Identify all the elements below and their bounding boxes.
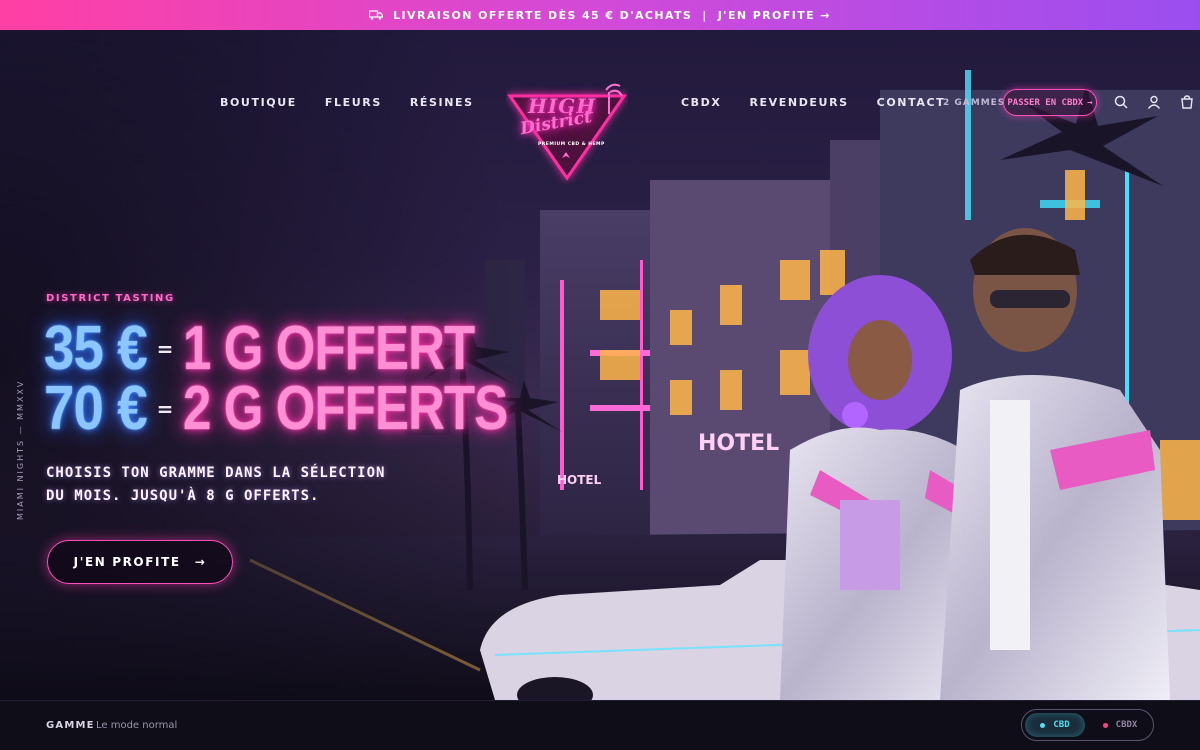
announcement-bar: LIVRAISON OFFERTE DÈS 45 € D'ACHATS | J'… — [0, 0, 1200, 30]
offer-gift-1: 1 G OFFERT — [183, 314, 475, 383]
gammes-count: 2 GAMMES — [943, 98, 1006, 108]
offer-price-2: 70 € — [44, 374, 148, 443]
search-icon[interactable] — [1114, 95, 1128, 109]
announcement-separator: | — [702, 8, 708, 22]
nav-link-resines[interactable]: RÉSINES — [410, 96, 474, 109]
logo-tagline: PREMIUM CBD & HEMP — [538, 142, 605, 147]
hero-subtitle: CHOISIS TON GRAMME DANS LA SÉLECTION DU … — [46, 465, 386, 504]
truck-icon — [369, 10, 384, 20]
range-label: GAMME — [46, 720, 95, 731]
announcement-text: LIVRAISON OFFERTE DÈS 45 € D'ACHATS — [393, 8, 693, 22]
hotel-sign-large: HOTEL — [698, 431, 779, 456]
account-icon[interactable] — [1147, 95, 1161, 109]
brand-logo[interactable]: HIGH District PREMIUM CBD & HEMP — [506, 82, 628, 184]
arrow-right-icon: → — [1087, 97, 1093, 108]
primary-nav-left: BOUTIQUE FLEURS RÉSINES — [220, 96, 474, 109]
hero-cta-label: J'EN PROFITE — [73, 555, 181, 569]
range-mode-text: Le mode normal — [96, 720, 178, 731]
offer-equals-2: = — [156, 397, 174, 421]
range-bar: GAMME Le mode normal — [0, 700, 1200, 750]
hero-eyebrow: DISTRICT TASTING — [46, 293, 175, 304]
offer-gift-2: 2 G OFFERTS — [183, 374, 508, 443]
nav-link-boutique[interactable]: BOUTIQUE — [220, 96, 297, 109]
offer-price-1: 35 € — [44, 314, 148, 383]
nav-link-cbdx[interactable]: CBDX — [681, 96, 721, 109]
inactive-dot-icon — [1102, 722, 1108, 728]
announcement-link[interactable]: J'EN PROFITE → — [718, 9, 831, 22]
offer-line-1: 35 € = 1 G OFFERT — [44, 318, 539, 380]
offer-equals-1: = — [156, 337, 174, 361]
range-option-cbd-label: CBD — [1053, 720, 1070, 730]
nav-link-revendeurs[interactable]: REVENDEURS — [749, 96, 848, 109]
hotel-sign-small: HOTEL — [557, 473, 602, 487]
nav-link-contact[interactable]: CONTACT — [877, 96, 946, 109]
range-option-cbdx-label: CBDX — [1115, 720, 1138, 730]
switch-cbdx-button[interactable]: PASSER EN CBDX → — [1003, 89, 1097, 116]
cart-icon[interactable] — [1180, 95, 1194, 109]
switch-cbdx-label: PASSER EN CBDX — [1007, 97, 1084, 108]
primary-nav-right: CBDX REVENDEURS CONTACT — [681, 96, 945, 109]
active-dot-icon — [1040, 722, 1046, 728]
side-tagline: MIAMI NIGHTS — MMXXV — [16, 379, 25, 520]
arrow-right-icon: → — [194, 555, 207, 569]
range-toggle: CBD CBDX — [1021, 709, 1154, 741]
nav-link-fleurs[interactable]: FLEURS — [325, 96, 382, 109]
range-option-cbd[interactable]: CBD — [1025, 713, 1085, 737]
range-option-cbdx[interactable]: CBDX — [1090, 713, 1150, 737]
offer-line-2: 70 € = 2 G OFFERTS — [44, 378, 579, 440]
hero-cta-button[interactable]: J'EN PROFITE → — [47, 540, 233, 584]
